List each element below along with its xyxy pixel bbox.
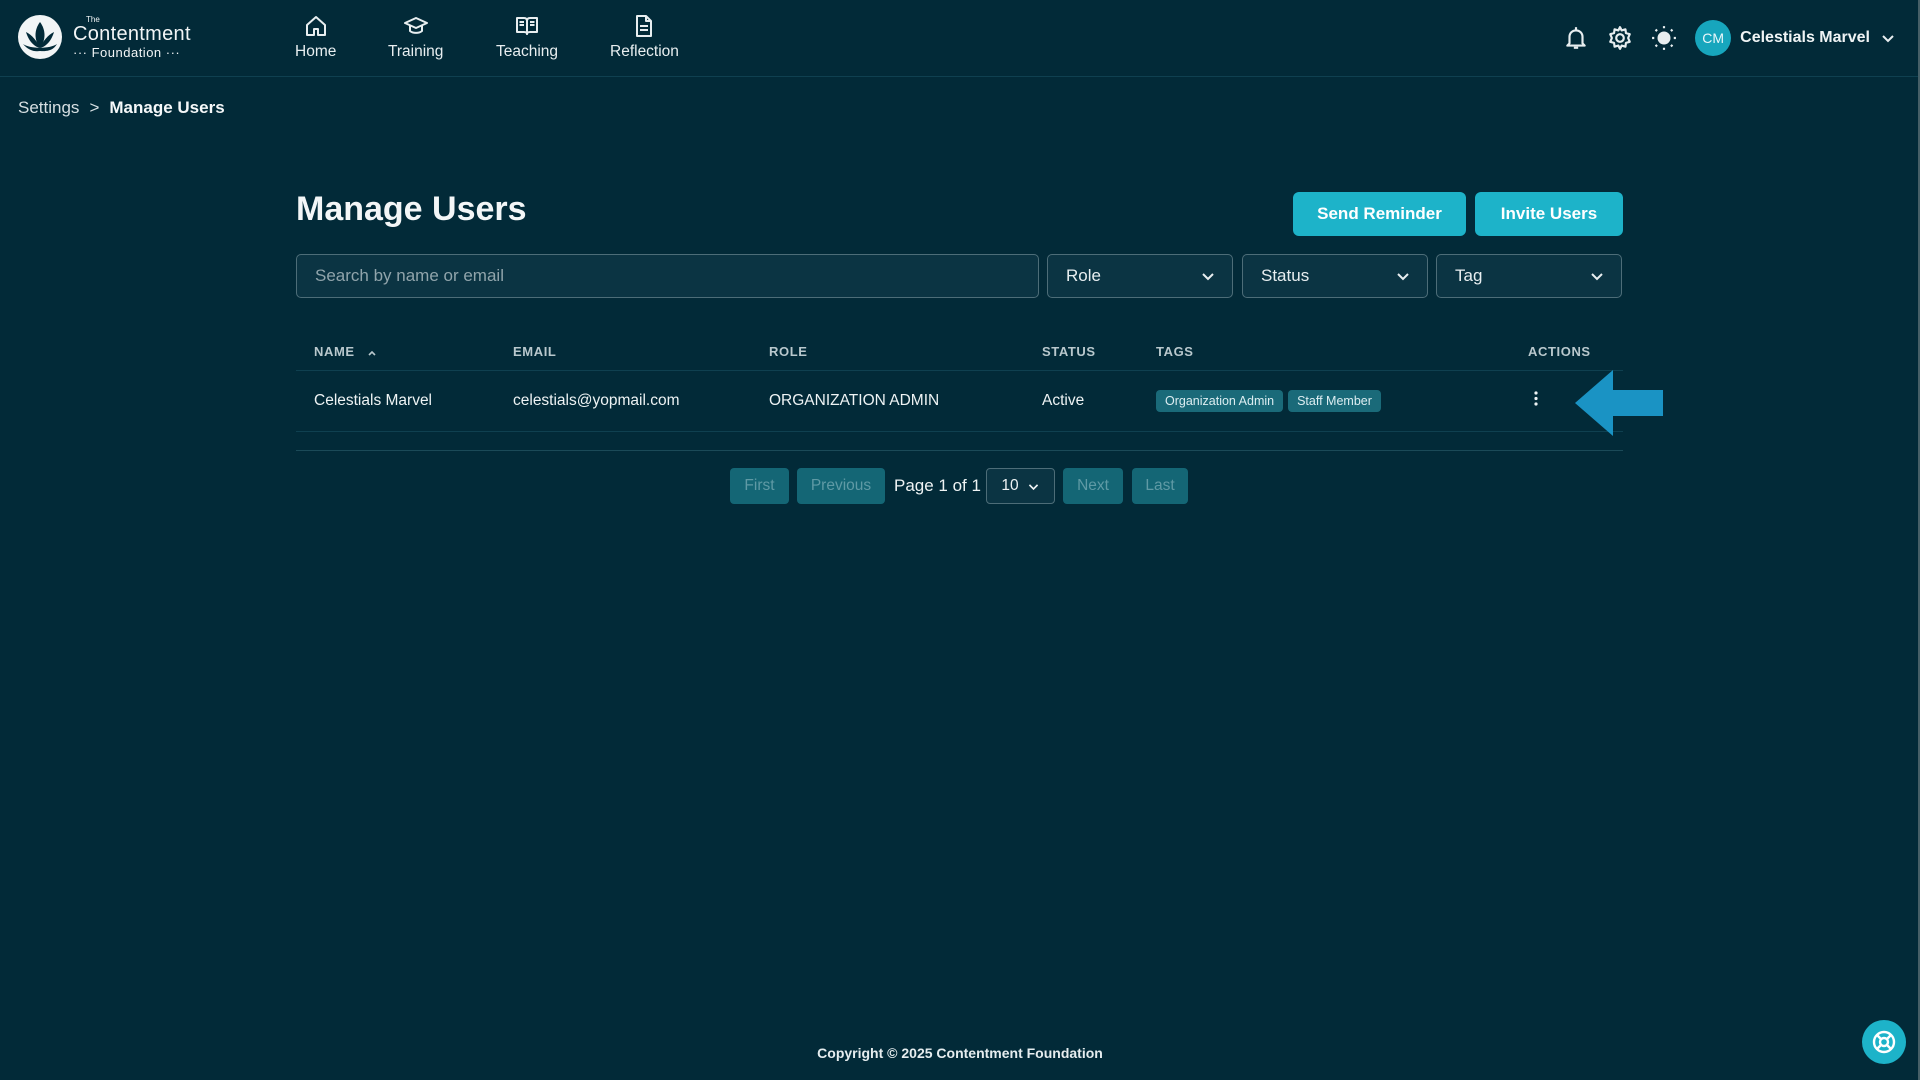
status-filter-select[interactable]: Status (1242, 254, 1428, 298)
status-filter-label: Status (1261, 266, 1310, 285)
column-header-actions: ACTIONS (1528, 344, 1591, 359)
life-ring-icon (1872, 1030, 1896, 1054)
footer-copyright: Copyright © 2025 Contentment Foundation (817, 1045, 1103, 1061)
more-vertical-icon (1534, 391, 1538, 406)
table-row: Celestials Marvel celestials@yopmail.com… (296, 370, 1623, 432)
nav-teaching-label: Teaching (496, 43, 559, 60)
document-icon (636, 15, 653, 37)
chevron-down-icon (1028, 483, 1038, 490)
breadcrumb-separator: > (89, 98, 100, 117)
user-name[interactable]: Celestials Marvel (1740, 29, 1870, 47)
cell-role: ORGANIZATION ADMIN (769, 392, 940, 409)
role-filter-select[interactable]: Role (1047, 254, 1233, 298)
nav-home[interactable]: Home (295, 14, 336, 61)
column-header-status[interactable]: STATUS (1042, 344, 1096, 359)
help-button[interactable] (1862, 1020, 1906, 1064)
tag-badge: Organization Admin (1156, 390, 1284, 412)
column-header-role[interactable]: ROLE (769, 344, 808, 359)
breadcrumb-settings[interactable]: Settings (18, 98, 79, 118)
sun-icon[interactable] (1651, 25, 1677, 51)
chevron-down-icon (1397, 273, 1409, 281)
chevron-down-icon[interactable] (1880, 30, 1896, 46)
breadcrumb: Settings > Manage Users (18, 98, 225, 118)
previous-page-button[interactable]: Previous (797, 468, 885, 504)
role-filter-label: Role (1066, 266, 1101, 285)
table-divider (296, 450, 1623, 451)
nav-reflection-label: Reflection (610, 43, 679, 60)
gear-icon[interactable] (1607, 25, 1633, 51)
brand-logo[interactable]: The Contentment ··· Foundation ··· (17, 14, 191, 60)
invite-users-button[interactable]: Invite Users (1475, 192, 1623, 236)
pointer-arrow-icon (1575, 370, 1663, 436)
lotus-logo-icon (18, 15, 62, 59)
chevron-down-icon (1202, 273, 1214, 281)
cell-tags: Organization Admin Staff Member (1156, 390, 1386, 412)
nav-training-label: Training (388, 43, 444, 60)
send-reminder-button[interactable]: Send Reminder (1293, 192, 1466, 236)
column-header-name[interactable]: NAME (314, 344, 377, 359)
header-actions: CM Celestials Marvel (1545, 20, 1896, 56)
users-table: NAME EMAIL ROLE STATUS TAGS ACTIONS Cele… (296, 340, 1623, 432)
column-header-email[interactable]: EMAIL (513, 344, 556, 359)
tag-badge: Staff Member (1288, 390, 1381, 412)
pagination: First Previous Page 1 of 1 10 Next Last (0, 468, 1920, 504)
page-indicator: Page 1 of 1 (894, 476, 981, 495)
search-input[interactable] (296, 254, 1039, 298)
page-size-select[interactable]: 10 (986, 468, 1055, 504)
nav-reflection[interactable]: Reflection (610, 14, 679, 61)
cell-email: celestials@yopmail.com (513, 392, 680, 409)
column-header-name-label: NAME (314, 344, 355, 359)
sort-up-icon (368, 350, 376, 356)
home-icon (305, 16, 326, 36)
brand-sub: ··· Foundation ··· (73, 44, 181, 60)
cell-status: Active (1042, 392, 1085, 409)
last-page-button[interactable]: Last (1132, 468, 1188, 504)
next-page-button[interactable]: Next (1063, 468, 1123, 504)
chevron-down-icon (1591, 273, 1603, 281)
column-header-tags: TAGS (1156, 344, 1194, 359)
page-title: Manage Users (296, 190, 527, 228)
graduation-cap-icon (403, 17, 428, 34)
top-navigation-bar: The Contentment ··· Foundation ··· Home … (0, 0, 1920, 77)
avatar[interactable]: CM (1695, 20, 1732, 56)
breadcrumb-current: Manage Users (109, 98, 225, 117)
tag-filter-select[interactable]: Tag (1436, 254, 1622, 298)
row-actions-button[interactable] (1526, 389, 1546, 414)
nav-teaching[interactable]: Teaching (496, 14, 558, 61)
brand-wordmark: The Contentment ··· Foundation ··· (73, 15, 191, 60)
bell-icon[interactable] (1563, 25, 1589, 51)
first-page-button[interactable]: First (730, 468, 789, 504)
open-book-icon (516, 17, 539, 35)
nav-training[interactable]: Training (388, 14, 443, 61)
table-header: NAME EMAIL ROLE STATUS TAGS ACTIONS (296, 340, 1623, 370)
tag-filter-label: Tag (1455, 266, 1483, 285)
nav-home-label: Home (295, 43, 337, 60)
page-size-value: 10 (1001, 477, 1019, 494)
brand-name: Contentment (73, 22, 191, 45)
cell-name: Celestials Marvel (314, 392, 433, 409)
